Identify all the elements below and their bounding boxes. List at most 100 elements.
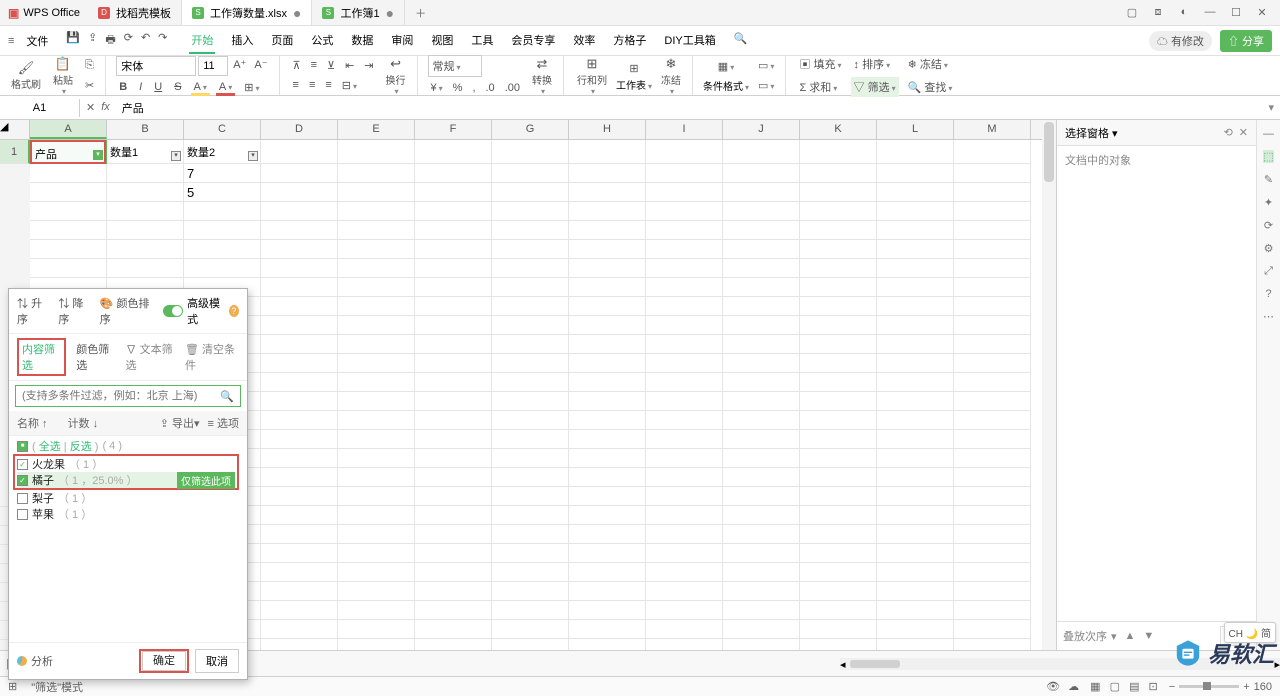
merge-icon[interactable]: ⊟ [339, 77, 360, 94]
col-L[interactable]: L [877, 120, 954, 139]
col-F[interactable]: F [415, 120, 492, 139]
print-icon[interactable]: 🖶 [105, 31, 115, 50]
formula-input[interactable]: 产品 [116, 100, 1263, 116]
col-B[interactable]: B [107, 120, 184, 139]
dec-inc-icon[interactable]: .0 [483, 80, 498, 96]
filter-item-3[interactable]: 苹果 （ 1 ） [17, 506, 239, 522]
cell-B1[interactable]: 数量1▾ [107, 140, 184, 164]
help-icon[interactable]: ? [1265, 288, 1271, 300]
font-name-select[interactable] [116, 56, 196, 76]
checkbox[interactable] [17, 475, 28, 486]
cancel-fx-icon[interactable]: ✕ [86, 101, 95, 114]
menu-review[interactable]: 审阅 [389, 28, 415, 54]
row-1[interactable]: 1 [0, 140, 30, 164]
menu-efficiency[interactable]: 效率 [571, 28, 597, 54]
font-shrink-icon[interactable]: A⁻ [251, 56, 270, 76]
save-icon[interactable]: 💾 [66, 31, 80, 50]
align-indent-in-icon[interactable]: ⇥ [361, 57, 376, 74]
align-bottom-icon[interactable]: ⊻ [324, 57, 338, 74]
menu-fangge[interactable]: 方格子 [611, 28, 648, 54]
menu-tools[interactable]: 工具 [469, 28, 495, 54]
export-button[interactable]: ⇪ 导出▾ [160, 415, 200, 431]
sort-button[interactable]: ↕ 排序 [851, 54, 899, 74]
sort-color-button[interactable]: 🎨 颜色排序 [100, 295, 153, 327]
align-right-icon[interactable]: ≡ [322, 77, 334, 94]
worksheet-icon[interactable]: ⊞ [626, 60, 641, 77]
minimize-button[interactable]: — [1202, 6, 1218, 19]
menu-home[interactable]: 开始 [189, 28, 215, 54]
color-filter-tab[interactable]: 颜色筛选 [76, 341, 115, 373]
help-badge-icon[interactable]: ? [229, 305, 239, 317]
search-icon[interactable]: 🔍 [220, 390, 234, 403]
new-tab-button[interactable]: ＋ [405, 5, 436, 21]
customize-icon[interactable]: ⊞ [8, 680, 17, 693]
comma-icon[interactable]: , [469, 80, 478, 96]
sort-asc-button[interactable]: ⇅ 升序 [17, 295, 48, 327]
checkbox[interactable] [17, 459, 28, 470]
zoom-in-button[interactable]: + [1243, 681, 1249, 693]
col-E[interactable]: E [338, 120, 415, 139]
wrap-button[interactable]: ↩换行 [383, 56, 409, 96]
checkbox[interactable] [17, 509, 28, 520]
menu-insert[interactable]: 插入 [229, 28, 255, 54]
tab-docer[interactable]: D 找稻壳模板 [88, 0, 182, 25]
col-G[interactable]: G [492, 120, 569, 139]
rowcol-button[interactable]: ⊞行和列 [574, 56, 610, 96]
minimize-sidebar-icon[interactable]: — [1263, 128, 1274, 140]
cut-icon[interactable]: ✂ [82, 77, 97, 94]
font-size-select[interactable] [198, 56, 228, 76]
cell-name-box[interactable] [0, 99, 80, 117]
align-middle-icon[interactable]: ≡ [308, 57, 320, 74]
menu-page[interactable]: 页面 [269, 28, 295, 54]
tab-workbook-1[interactable]: S 工作簿数量.xlsx ● [182, 0, 312, 25]
preview-icon[interactable]: ⟳ [124, 31, 133, 50]
border-icon[interactable]: ⊞ [241, 79, 262, 96]
align-left-icon[interactable]: ≡ [290, 77, 302, 94]
col-A[interactable]: A [30, 120, 107, 139]
menu-diy[interactable]: DIY工具箱 [662, 28, 717, 54]
filter-item-all[interactable]: ( 全选 | 反选 ) ( 4 ) [17, 438, 239, 454]
cell-styles-icon[interactable]: ▭ [755, 77, 777, 94]
undo-icon[interactable]: ↶ [141, 31, 150, 50]
text-color-icon[interactable]: A [216, 79, 235, 96]
redo-icon[interactable]: ↷ [158, 31, 167, 50]
only-this-badge[interactable]: 仅筛选此项 [177, 472, 235, 489]
dec-dec-icon[interactable]: .00 [502, 80, 523, 96]
fill-button[interactable]: ▣ 填充 [796, 54, 844, 74]
menu-formula[interactable]: 公式 [309, 28, 335, 54]
close-panel-icon[interactable]: ✕ [1239, 126, 1248, 139]
expand-fx-icon[interactable]: ▾ [1262, 101, 1280, 114]
sort-desc-button[interactable]: ⇅ 降序 [58, 295, 89, 327]
number-format-select[interactable]: 常规 [428, 55, 482, 77]
find-button[interactable]: 🔍 查找 [905, 77, 956, 97]
freeze-button[interactable]: ❄冻结 [658, 56, 684, 96]
more-icon[interactable]: ⋯ [1263, 310, 1274, 323]
content-filter-tab[interactable]: 内容筛选 [17, 338, 66, 376]
panel-icon[interactable]: ▢ [1124, 6, 1140, 19]
zoom-value[interactable]: 160 [1254, 681, 1272, 693]
search-icon[interactable]: 🔍 [732, 28, 750, 54]
percent-icon[interactable]: % [450, 80, 466, 96]
expand-icon[interactable]: ⤢ [1264, 265, 1273, 278]
tab-workbook-2[interactable]: S 工作簿1 ● [312, 0, 405, 25]
cancel-button[interactable]: 取消 [195, 649, 239, 673]
text-filter-button[interactable]: ∇ 文本筛选 [126, 341, 177, 373]
page-view-icon[interactable]: ▢ [1107, 681, 1123, 693]
pin-icon[interactable]: ⟲ [1224, 126, 1233, 139]
hamburger-icon[interactable]: ≡ [8, 35, 14, 47]
underline-icon[interactable]: U [151, 79, 165, 96]
file-menu[interactable]: 文件 [20, 33, 54, 49]
worksheet-button[interactable]: 工作表 [616, 77, 652, 92]
modified-indicator[interactable]: ☁ 有修改 [1149, 31, 1212, 51]
italic-icon[interactable]: I [136, 79, 145, 96]
col-C[interactable]: C [184, 120, 261, 139]
freeze2-button[interactable]: ❄ 冻结 [905, 54, 956, 74]
copy-icon[interactable]: ⎘ [82, 57, 97, 74]
name-column-header[interactable]: 名称 ↑ [17, 415, 48, 431]
layout-view-icon[interactable]: ⊡ [1146, 681, 1161, 693]
fx-icon[interactable]: fx [101, 101, 110, 114]
condfmt-button[interactable]: 条件格式 [703, 78, 749, 93]
clear-filter-button[interactable]: 🗑 清空条件 [185, 341, 239, 373]
col-I[interactable]: I [646, 120, 723, 139]
share-button[interactable]: ⇧ 分享 [1220, 30, 1272, 52]
